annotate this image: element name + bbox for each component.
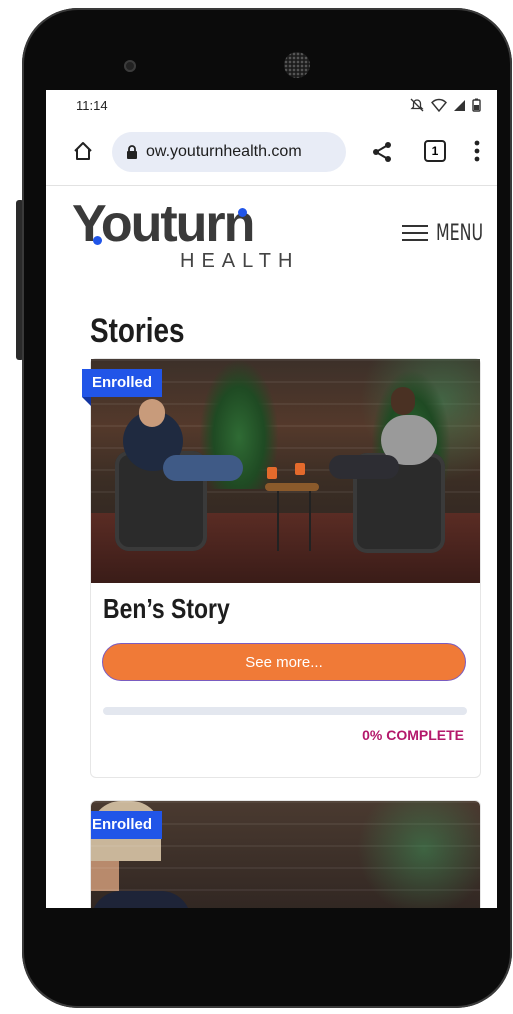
tab-count-icon[interactable]: 1 [424, 140, 446, 162]
address-bar[interactable]: ow.youturnhealth.com [112, 132, 346, 172]
youturn-logo[interactable]: Youturn HEALTH [72, 194, 302, 274]
status-bar: 11:14 [46, 90, 497, 120]
signal-icon [454, 99, 465, 111]
front-camera [124, 60, 136, 72]
progress-label: 0% COMPLETE [362, 727, 464, 743]
url-text: ow.youturnhealth.com [146, 143, 302, 160]
enrolled-badge: Enrolled [91, 811, 163, 848]
enrolled-badge: Enrolled [82, 369, 163, 406]
status-time: 11:14 [76, 97, 108, 113]
more-vert-icon[interactable] [474, 140, 480, 162]
lock-icon [127, 145, 137, 159]
status-icons [409, 98, 481, 112]
wifi-icon [431, 98, 447, 112]
story-title[interactable]: Ben’s Story [103, 593, 230, 625]
home-icon[interactable] [72, 140, 94, 162]
story-card[interactable]: Enrolled [90, 800, 481, 908]
mute-icon [410, 98, 424, 112]
page-title: Stories [90, 312, 185, 350]
logo-dot [93, 236, 102, 245]
menu-button[interactable]: MENU [402, 220, 495, 246]
phone-screen: 11:14 ow.youturnhealth.com 1 Youturn HEA… [46, 90, 497, 908]
logo-dot [238, 208, 247, 217]
battery-icon [472, 98, 481, 112]
see-more-button[interactable]: See more... [102, 643, 466, 681]
logo-subtitle: HEALTH [180, 250, 300, 272]
earpiece-speaker [284, 52, 310, 78]
menu-label: MENU [436, 220, 484, 246]
browser-toolbar: ow.youturnhealth.com 1 [46, 120, 497, 186]
share-icon[interactable] [372, 141, 392, 163]
story-card: Enrolled Ben’s Story See more... 0% COMP… [82, 358, 481, 778]
logo-wordmark: Youturn [72, 195, 255, 253]
menu-icon [402, 220, 428, 246]
progress-bar [103, 707, 467, 715]
